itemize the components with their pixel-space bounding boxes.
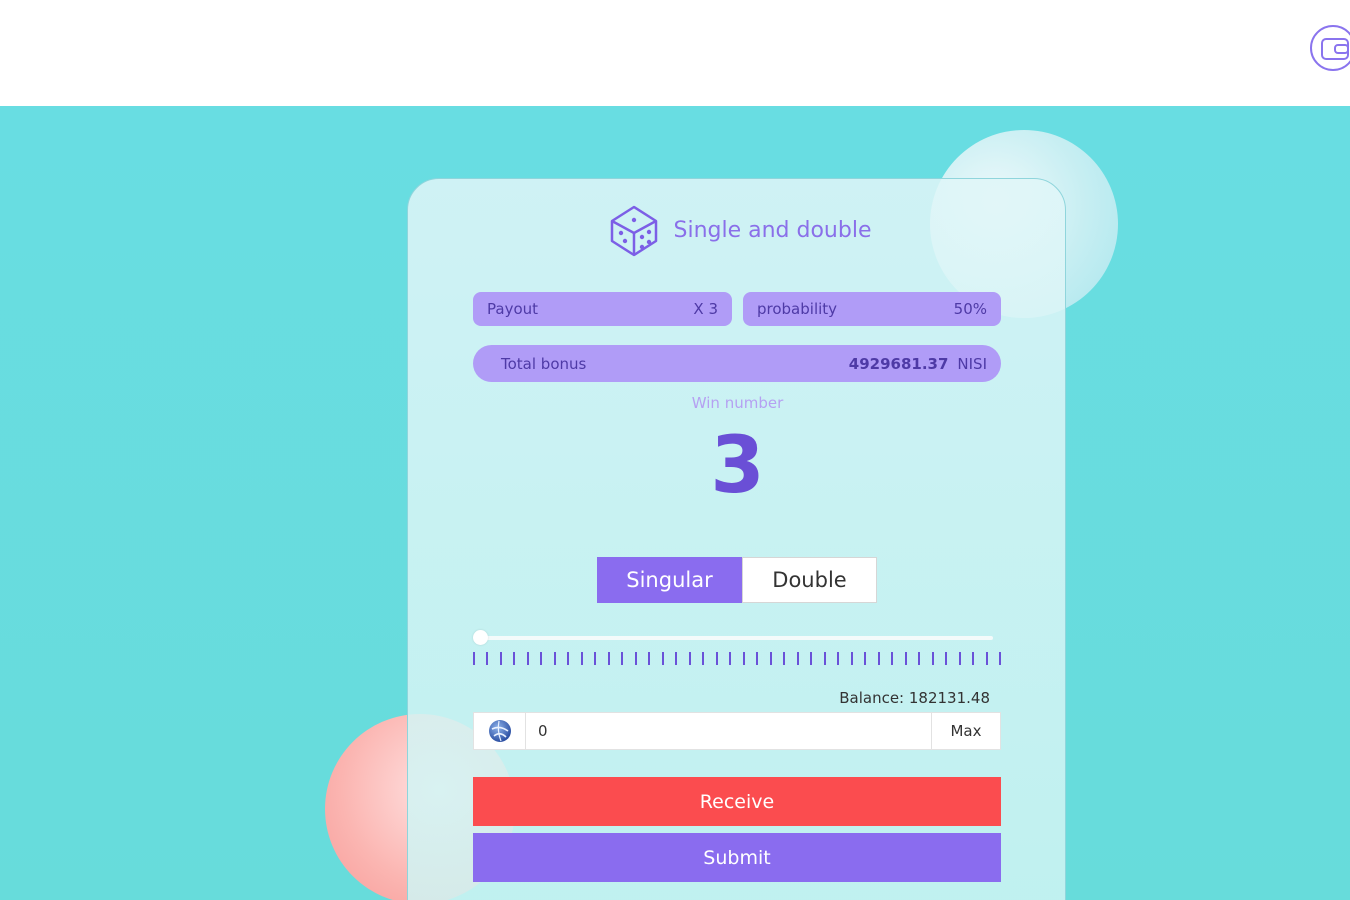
slider-tick [581,652,583,665]
amount-slider-track[interactable] [481,636,993,640]
slider-tick [675,652,677,665]
slider-tick [635,652,637,665]
slider-tick [716,652,718,665]
slider-tick [648,652,650,665]
slider-tick [743,652,745,665]
slider-tick [540,652,542,665]
slider-tick [837,652,839,665]
win-number: 3 [710,421,765,511]
card-header: Single and double [408,201,1067,259]
slider-tick [608,652,610,665]
token-cell [474,713,526,749]
slider-tick [486,652,488,665]
receive-button[interactable]: Receive [473,777,1001,826]
slider-tick [905,652,907,665]
slider-tick [864,652,866,665]
total-bonus-label: Total bonus [501,354,587,373]
probability-value: 50% [953,300,987,318]
total-bonus-unit: NISI [957,354,987,373]
slider-tick [783,652,785,665]
slider-tick [729,652,731,665]
game-title: Single and double [673,217,872,243]
game-card: Single and double Payout X 3 probability… [407,178,1066,900]
slider-tick [945,652,947,665]
amount-input-group: Max [473,712,1001,750]
slider-tick [824,652,826,665]
main-stage: Single and double Payout X 3 probability… [0,106,1350,900]
total-bonus-value: 4929681.37 [848,354,949,373]
balance-text: Balance: 182131.48 [839,689,990,707]
slider-tick [554,652,556,665]
slider-tick [851,652,853,665]
probability-label: probability [757,300,838,318]
slider-tick [999,652,1001,665]
amount-input[interactable] [526,713,931,749]
payout-value: X 3 [693,300,718,318]
slider-tick [972,652,974,665]
slider-tick [918,652,920,665]
slider-tick [527,652,529,665]
slider-tick [756,652,758,665]
slider-tick [810,652,812,665]
slider-tick [702,652,704,665]
token-icon [488,720,511,742]
wallet-button[interactable] [1310,25,1350,71]
payout-badge: Payout X 3 [473,292,732,326]
slider-tick [689,652,691,665]
submit-button[interactable]: Submit [473,833,1001,882]
dice-icon [610,205,657,257]
total-bonus-amount: 4929681.37 NISI [849,355,987,373]
slider-tick [500,652,502,665]
mode-toggle: Singular Double [597,557,877,603]
payout-label: Payout [487,300,539,318]
slider-tick [473,652,475,665]
probability-badge: probability 50% [743,292,1001,326]
slider-tick [770,652,772,665]
total-bonus-badge: Total bonus 4929681.37 NISI [473,345,1001,382]
singular-button[interactable]: Singular [597,557,742,603]
slider-tick [959,652,961,665]
double-button[interactable]: Double [742,557,877,603]
win-number-label: Win number [691,394,784,412]
slider-tick [891,652,893,665]
slider-tick [797,652,799,665]
slider-tick [621,652,623,665]
slider-tick [662,652,664,665]
slider-tick [513,652,515,665]
amount-slider-handle[interactable] [473,630,488,645]
wallet-icon [1321,38,1349,60]
slider-tick [878,652,880,665]
slider-tick [567,652,569,665]
top-bar [0,0,1350,106]
max-button[interactable]: Max [931,713,1000,749]
slider-tick [594,652,596,665]
slider-tick [932,652,934,665]
slider-tick [986,652,988,665]
slider-ticks [473,652,1001,667]
